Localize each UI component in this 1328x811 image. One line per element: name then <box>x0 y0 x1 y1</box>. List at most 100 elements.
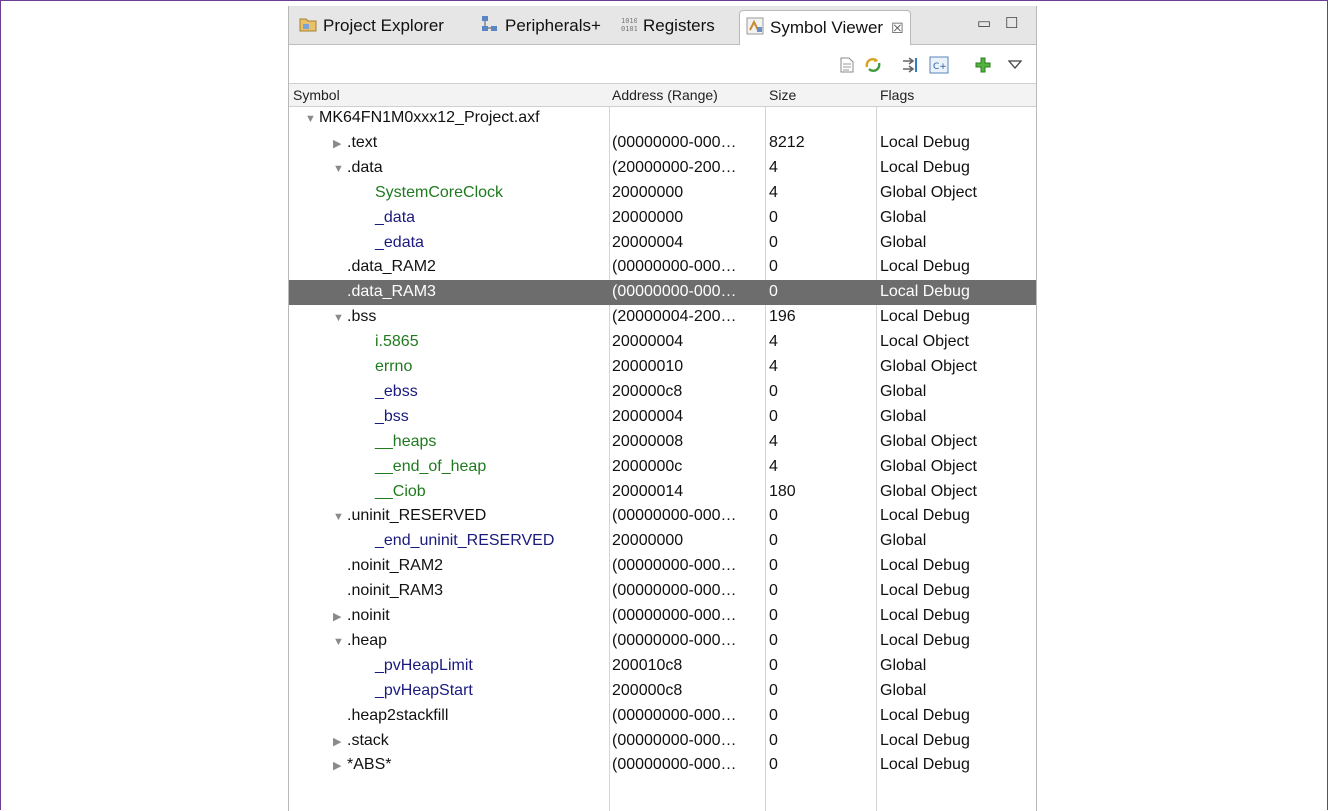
document-icon[interactable] <box>837 55 857 75</box>
symbol-name: .bss <box>347 308 377 326</box>
table-row[interactable]: SystemCoreClock 20000000 4 Global Object <box>289 181 1036 206</box>
table-row[interactable]: .noinit_RAM3 (00000000-000… 0 Local Debug <box>289 579 1036 604</box>
table-row[interactable]: _pvHeapStart 200000c8 0 Global <box>289 679 1036 704</box>
flags-cell: Global <box>880 532 927 550</box>
symbol-name: .data <box>347 158 383 176</box>
size-cell: 8212 <box>769 133 805 151</box>
symbol-cell: ▼ MK64FN1M0xxx12_Project.axf <box>305 109 540 127</box>
symbol-cell: ▼ .bss <box>333 308 376 326</box>
expand-down-icon[interactable]: ▼ <box>333 312 347 324</box>
column-header-size[interactable]: Size <box>769 87 796 103</box>
size-cell: 0 <box>769 631 778 649</box>
table-row[interactable]: _end_uninit_RESERVED 20000000 0 Global <box>289 529 1036 554</box>
size-cell: 0 <box>769 706 778 724</box>
svg-text:0101: 0101 <box>621 25 637 32</box>
table-row[interactable]: ▶ *ABS* (00000000-000… 0 Local Debug <box>289 753 1036 778</box>
table-row[interactable]: ▶ .text (00000000-000… 8212 Local Debug <box>289 131 1036 156</box>
symbol-viewer-panel: Project Explorer Peripherals+ 1010 0101 R… <box>288 6 1037 811</box>
table-row[interactable]: .noinit_RAM2 (00000000-000… 0 Local Debug <box>289 554 1036 579</box>
expand-right-icon[interactable]: ▶ <box>333 759 347 772</box>
flags-cell: Global Object <box>880 183 977 201</box>
table-row[interactable]: ▼ .uninit_RESERVED (00000000-000… 0 Local De… <box>289 504 1036 529</box>
expand-right-icon[interactable]: ▶ <box>333 735 347 748</box>
table-row[interactable]: i.5865 20000004 4 Local Object <box>289 330 1036 355</box>
symbol-name: .heap2stackfill <box>347 706 449 724</box>
address-cell: (00000000-000… <box>612 283 737 301</box>
flags-cell: Global <box>880 681 927 699</box>
tab-peripherals[interactable]: Peripherals+ <box>481 10 601 42</box>
address-cell: (00000000-000… <box>612 607 737 624</box>
address-cell: 20000008 <box>612 432 684 450</box>
size-cell: 4 <box>769 358 778 375</box>
link-icon[interactable] <box>901 55 921 75</box>
table-row[interactable]: _ebss 200000c8 0 Global <box>289 380 1036 405</box>
column-header-address[interactable]: Address (Range) <box>612 87 718 103</box>
table-row[interactable]: ▶ .noinit (00000000-000… 0 Local Debug <box>289 604 1036 629</box>
size-cell: 4 <box>769 183 778 201</box>
table-row[interactable]: .heap2stackfill (00000000-000… 0 Local Debu… <box>289 704 1036 729</box>
tab-symbol-viewer[interactable]: Symbol Viewer ☒ <box>739 10 911 45</box>
column-header-symbol[interactable]: Symbol <box>293 87 340 103</box>
table-row[interactable]: .data_RAM3 (00000000-000… 0 Local Debug <box>289 280 1036 306</box>
table-row[interactable]: ▼ .heap (00000000-000… 0 Local Debug <box>289 629 1036 654</box>
expand-right-icon[interactable]: ▶ <box>333 610 347 623</box>
table-row[interactable]: _pvHeapLimit 200010c8 0 Global <box>289 654 1036 679</box>
symbol-cell: _bss <box>361 408 409 426</box>
size-cell: 0 <box>769 607 778 624</box>
symbol-cell: .data_RAM3 <box>333 283 436 301</box>
minimize-icon[interactable]: ▭ <box>977 14 991 32</box>
flags-cell: Local Debug <box>880 308 970 326</box>
size-cell: 0 <box>769 656 778 674</box>
address-cell: (00000000-000… <box>612 756 737 774</box>
cpp-icon[interactable]: C+ <box>929 55 949 75</box>
table-row[interactable]: ▼ .bss (20000004-200… 196 Local Debug <box>289 305 1036 330</box>
symbol-name: MK64FN1M0xxx12_Project.axf <box>319 109 540 126</box>
tab-project-explorer[interactable]: Project Explorer <box>299 10 444 42</box>
add-icon[interactable] <box>973 55 993 75</box>
table-row[interactable]: ▼ MK64FN1M0xxx12_Project.axf <box>289 106 1036 131</box>
table-row[interactable]: errno 20000010 4 Global Object <box>289 355 1036 380</box>
address-cell: 20000000 <box>612 532 684 550</box>
view-menu-icon[interactable] <box>1005 55 1025 75</box>
symbol-name: _end_uninit_RESERVED <box>375 532 555 550</box>
maximize-icon[interactable]: ☐ <box>1005 14 1018 32</box>
symbol-cell: _pvHeapStart <box>361 682 473 700</box>
symbol-name: .uninit_RESERVED <box>347 507 487 525</box>
flags-cell: Local Debug <box>880 756 970 774</box>
tab-label: Symbol Viewer <box>770 18 884 37</box>
address-cell: (00000000-000… <box>612 631 737 649</box>
expand-right-icon[interactable]: ▶ <box>333 137 347 150</box>
table-row[interactable]: _bss 20000004 0 Global <box>289 405 1036 430</box>
address-cell: 200010c8 <box>612 656 683 674</box>
symbol-name: _bss <box>375 407 409 425</box>
close-tab-icon[interactable]: ☒ <box>891 20 904 37</box>
symbol-name: i.5865 <box>375 333 419 351</box>
flags-cell: Local Debug <box>880 283 970 301</box>
expand-down-icon[interactable]: ▼ <box>333 511 347 523</box>
sync-icon[interactable] <box>863 55 883 75</box>
table-row[interactable]: __end_of_heap 2000000c 4 Global Object <box>289 455 1036 480</box>
table-row[interactable]: _edata 20000004 0 Global <box>289 231 1036 256</box>
expand-down-icon[interactable]: ▼ <box>305 113 319 125</box>
expand-down-icon[interactable]: ▼ <box>333 636 347 648</box>
symbol-cell: __heaps <box>361 433 436 451</box>
tab-registers[interactable]: 1010 0101 Registers <box>621 10 715 42</box>
table-row[interactable]: ▶ .stack (00000000-000… 0 Local Debug <box>289 729 1036 754</box>
table-row[interactable]: _data 20000000 0 Global <box>289 206 1036 231</box>
table-row[interactable]: .data_RAM2 (00000000-000… 0 Local Debug <box>289 255 1036 280</box>
symbol-cell: ▼ .heap <box>333 632 387 650</box>
peripherals-icon <box>481 15 499 38</box>
expand-down-icon[interactable]: ▼ <box>333 163 347 175</box>
symbol-cell: ▼ .uninit_RESERVED <box>333 507 486 525</box>
table-row[interactable]: __Ciob 20000014 180 Global Object <box>289 480 1036 505</box>
symbol-name: SystemCoreClock <box>375 183 504 201</box>
address-cell: (00000000-000… <box>612 133 737 151</box>
table-row[interactable]: __heaps 20000008 4 Global Object <box>289 430 1036 455</box>
flags-cell: Local Debug <box>880 731 970 749</box>
symbol-name: .noinit_RAM2 <box>347 557 444 575</box>
symbol-cell: .noinit_RAM3 <box>333 582 443 600</box>
flags-cell: Global Object <box>880 432 977 450</box>
table-row[interactable]: ▼ .data (20000000-200… 4 Local Debug <box>289 156 1036 181</box>
column-header-flags[interactable]: Flags <box>880 87 914 103</box>
flags-cell: Global Object <box>880 482 977 500</box>
